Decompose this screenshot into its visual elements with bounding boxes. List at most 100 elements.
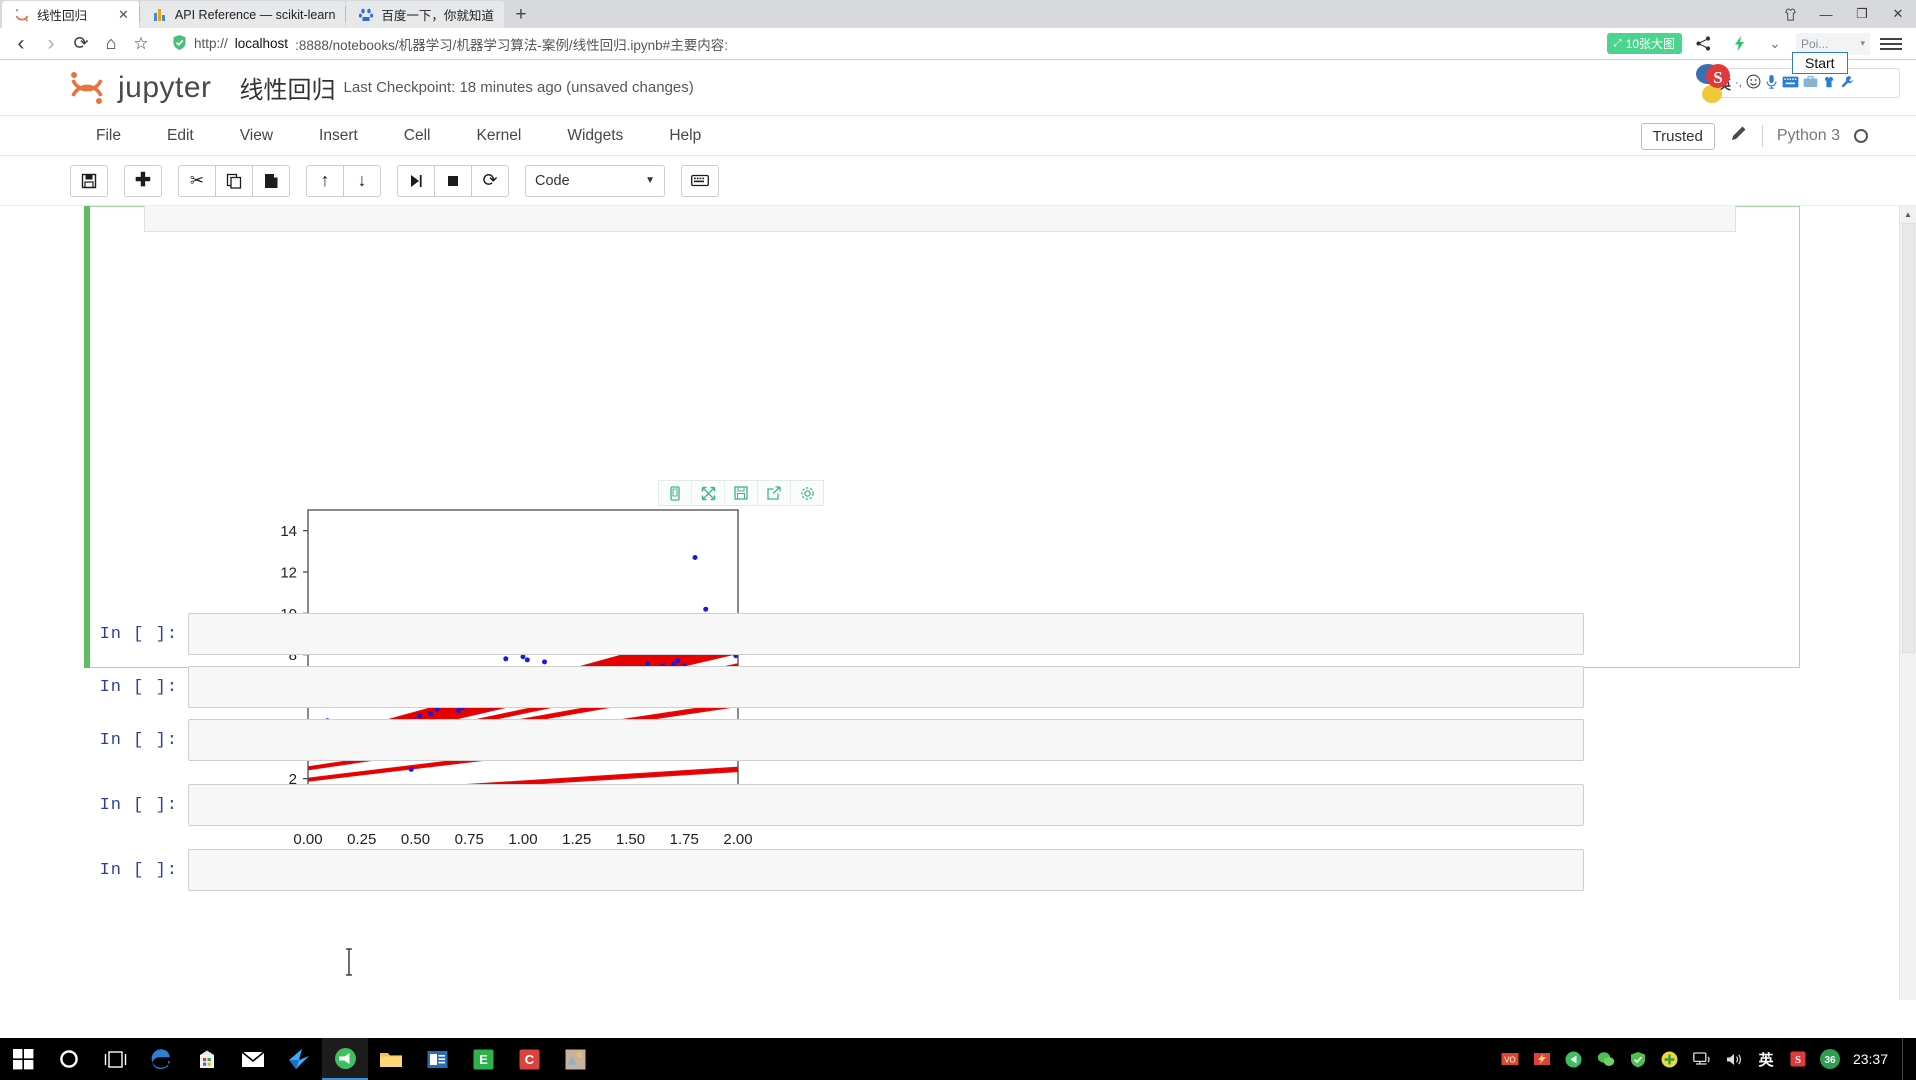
cut-cell-button[interactable]: ✂ [178,164,216,197]
menu-view[interactable]: View [222,122,291,150]
sogou-tray-icon[interactable]: S [1783,1038,1813,1080]
cell-type-select[interactable]: Code ▼ [525,164,665,197]
browser-360-tray-icon[interactable] [1559,1038,1589,1080]
input-cell-5[interactable]: In [ ]: [84,848,1584,892]
foxmail-icon[interactable] [276,1038,322,1080]
network-icon[interactable] [1687,1038,1717,1080]
browser-360-icon[interactable] [322,1038,368,1080]
close-window-button[interactable]: ✕ [1880,0,1916,28]
move-cell-up-button[interactable]: ↑ [306,164,344,197]
menu-widgets[interactable]: Widgets [549,122,641,150]
forward-icon[interactable]: › [36,29,66,59]
menu-edit[interactable]: Edit [149,122,212,150]
cell-editor[interactable] [188,719,1584,761]
new-tab-button[interactable]: + [504,1,538,28]
ime-lang-tray-icon[interactable]: 英 [1751,1038,1781,1080]
save-button[interactable] [70,164,108,197]
input-cell-4[interactable]: In [ ]: [84,783,1584,827]
skin-shirt-icon[interactable] [1772,0,1808,28]
address-bar[interactable]: http:// localhost:8888/notebooks/机器学习/机器学… [164,30,1601,57]
edge-browser-icon[interactable] [138,1038,184,1080]
poi-chevron-icon[interactable]: ▾ [1860,38,1865,49]
download-images-badge[interactable]: ⤢ 10张大图 [1606,33,1682,54]
security-shield-icon[interactable] [1623,1038,1653,1080]
ime-keyboard-icon[interactable] [1782,76,1799,91]
page-scrollbar[interactable]: ▲ [1899,206,1916,1000]
pencil-icon[interactable] [1729,124,1748,148]
file-explorer-icon[interactable] [368,1038,414,1080]
show-desktop-button[interactable] [1902,1038,1910,1080]
bookmark-star-icon[interactable]: ☆ [126,29,156,59]
chevron-down-icon[interactable]: ⌄ [1760,29,1790,59]
back-icon[interactable]: ‹ [6,29,36,59]
svg-text:0.75: 0.75 [455,831,484,848]
interrupt-kernel-button[interactable] [434,164,472,197]
jupyter-icon [14,7,30,23]
task-view-icon[interactable] [92,1038,138,1080]
reload-icon[interactable]: ⟳ [66,29,96,59]
menu-help[interactable]: Help [651,122,719,150]
wps-writer-icon[interactable] [414,1038,460,1080]
wechat-icon[interactable] [1591,1038,1621,1080]
ime-microphone-icon[interactable] [1765,74,1778,92]
ime-skin-shirt-icon[interactable] [1822,75,1836,92]
plus-circle-icon[interactable] [1655,1038,1685,1080]
scroll-thumb[interactable] [1902,223,1915,653]
text-cursor [344,948,352,976]
microsoft-store-icon[interactable] [184,1038,230,1080]
insert-cell-below-button[interactable]: ✚ [124,164,162,197]
close-icon[interactable]: ✕ [118,7,129,23]
download-plot-icon[interactable] [659,481,692,505]
minimize-button[interactable]: — [1808,0,1844,28]
cell-editor[interactable] [188,666,1584,708]
keyboard-shortcuts-button[interactable] [681,164,719,197]
run-cell-button[interactable] [397,164,435,197]
move-cell-down-button[interactable]: ↓ [343,164,381,197]
wps-presentation-icon[interactable]: C [506,1038,552,1080]
cell-editor[interactable] [188,613,1584,655]
menu-kernel[interactable]: Kernel [459,122,540,150]
cortana-search-icon[interactable] [46,1038,92,1080]
menu-insert[interactable]: Insert [301,122,376,150]
ime-settings-wrench-icon[interactable] [1840,75,1854,92]
menu-cell[interactable]: Cell [386,122,449,150]
start-button[interactable] [0,1038,46,1080]
share-icon[interactable] [1688,29,1718,59]
hamburger-menu-icon[interactable] [1876,29,1906,59]
cell-prompt: In [ ]: [99,624,178,644]
plot-settings-icon[interactable] [791,481,823,505]
input-cell-3[interactable]: In [ ]: [84,718,1584,762]
browser-tab-baidu[interactable]: 百度一下，你就知道 [346,1,504,28]
paste-cell-button[interactable] [252,164,290,197]
save-plot-icon[interactable] [725,481,758,505]
input-cell-1[interactable]: In [ ]: [84,612,1584,656]
kernel-status-indicator[interactable] [1854,129,1868,143]
copy-cell-button[interactable] [215,164,253,197]
expand-plot-icon[interactable] [692,481,725,505]
notification-count-icon[interactable]: 36 [1815,1038,1845,1080]
ime-toolbox-icon[interactable] [1803,75,1818,91]
browser-tab-scikit-learn[interactable]: API Reference — scikit-learn [139,1,346,28]
lightning-icon[interactable] [1724,29,1754,59]
scroll-up-arrow[interactable]: ▲ [1900,206,1916,223]
jupyter-logo[interactable]: jupyter [68,66,212,110]
wps-spreadsheet-icon[interactable]: E [460,1038,506,1080]
volume-icon[interactable] [1719,1038,1749,1080]
taskbar-clock[interactable]: 23:37 [1847,1051,1900,1067]
home-icon[interactable]: ⌂ [96,29,126,59]
trusted-badge[interactable]: Trusted [1640,122,1715,150]
browser-tab-active[interactable]: 线性回归 ✕ [2,1,139,28]
notebook-title[interactable]: 线性回归 [240,70,336,105]
ime-emoji-icon[interactable] [1746,74,1761,92]
maximize-button[interactable]: ❐ [1844,0,1880,28]
cell-editor[interactable] [188,849,1584,891]
mail-icon[interactable] [230,1038,276,1080]
restart-kernel-button[interactable]: ⟳ [471,164,509,197]
photoshop-icon[interactable] [552,1038,598,1080]
cell-editor[interactable] [188,784,1584,826]
menu-file[interactable]: File [78,122,139,150]
input-cell-2[interactable]: In [ ]: [84,665,1584,709]
youdao-icon[interactable]: VO [1495,1038,1525,1080]
open-plot-icon[interactable] [758,481,791,505]
thunder-icon[interactable] [1527,1038,1557,1080]
